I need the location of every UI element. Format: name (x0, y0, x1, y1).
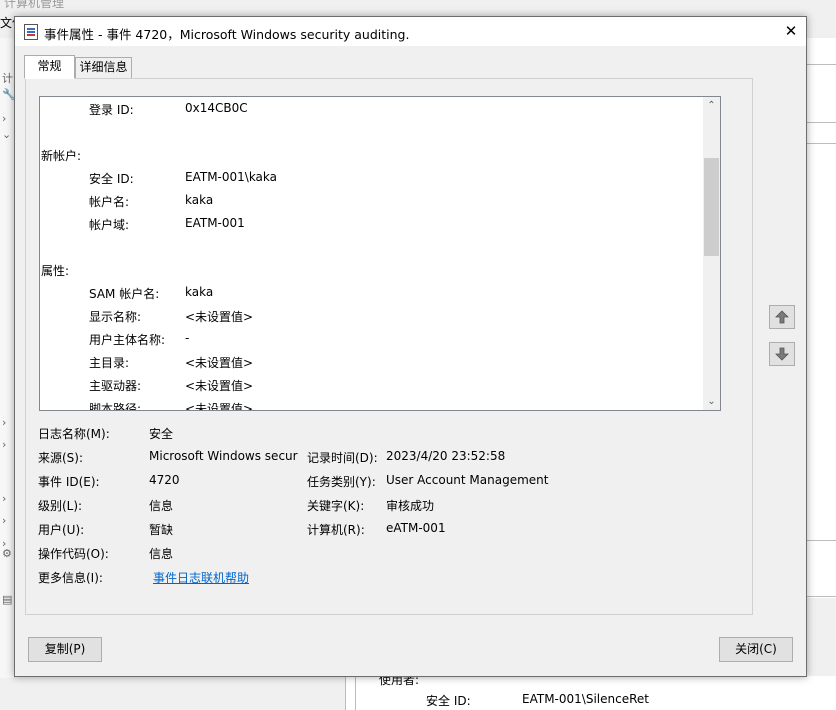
event-viewer-icon (24, 24, 38, 40)
background-divider (806, 122, 836, 123)
background-tree-glyph: ▤ (2, 593, 13, 606)
dialog-title-bar[interactable]: 事件属性 - 事件 4720，Microsoft Windows securit… (15, 17, 806, 46)
opcode-value: 信息 (149, 547, 174, 561)
user-label: 用户(U): (38, 523, 85, 537)
description-line-value: <未设置值> (185, 356, 254, 370)
arrow-up-icon (775, 310, 789, 324)
description-line-value: <未设置值> (185, 310, 254, 324)
background-security-id-label: 安全 ID: (426, 694, 471, 708)
description-line-value: kaka (185, 193, 214, 207)
description-scrollbar[interactable]: ⌃ ⌄ (703, 97, 720, 410)
opcode-label: 操作代码(O): (38, 547, 109, 561)
tab-general[interactable]: 常规 (24, 55, 75, 79)
description-line-label: 显示名称: (89, 310, 142, 324)
description-line-label: 主目录: (89, 356, 130, 370)
log-name-value: 安全 (149, 427, 174, 441)
description-line-label: 登录 ID: (89, 103, 134, 117)
background-divider (806, 596, 836, 597)
background-divider (806, 64, 836, 65)
description-line-value: - (185, 331, 190, 345)
description-line-value: <未设置值> (185, 379, 254, 393)
description-line-value: EATM-001\kaka (185, 170, 278, 184)
background-tree-glyph: › (2, 492, 7, 505)
description-line-value: <未设置值> (185, 402, 254, 411)
copy-button[interactable]: 复制(P) (28, 637, 102, 662)
task-category-label: 任务类别(Y): (307, 475, 376, 489)
description-line-label: 新帐户: (41, 149, 82, 163)
user-value: 暂缺 (149, 523, 174, 537)
background-security-id-value: EATM-001\SilenceRet (522, 692, 649, 706)
event-description-box[interactable]: 登录 ID: 0x14CB0C 新帐户: 安全 ID: EATM-001\kaka 帐户名… (39, 96, 721, 411)
background-tree-glyph: › (2, 514, 7, 527)
level-value: 信息 (149, 499, 174, 513)
logged-label: 记录时间(D): (307, 451, 378, 465)
previous-event-button[interactable] (769, 305, 795, 329)
task-category-value: User Account Management (386, 473, 549, 487)
computer-label: 计算机(R): (307, 523, 365, 537)
event-properties-dialog: 事件属性 - 事件 4720，Microsoft Windows securit… (14, 16, 807, 677)
event-id-value: 4720 (149, 473, 180, 487)
description-line-value: EATM-001 (185, 216, 245, 230)
source-value: Microsoft Windows secur (149, 449, 298, 463)
background-tree-glyph: › (2, 416, 7, 429)
description-line-label: 帐户域: (89, 218, 130, 232)
background-tree-glyph: 计 (2, 72, 13, 85)
background-window-title: 计算机管理 (4, 0, 65, 10)
keywords-value: 审核成功 (386, 499, 435, 513)
arrow-down-icon (775, 347, 789, 361)
description-line-label: 属性: (41, 264, 70, 278)
event-id-label: 事件 ID(E): (38, 475, 100, 489)
description-line-value: kaka (185, 285, 214, 299)
log-name-label: 日志名称(M): (38, 427, 110, 441)
description-line-label: 帐户名: (89, 195, 130, 209)
background-divider (806, 143, 836, 144)
more-info-label: 更多信息(I): (38, 571, 103, 585)
background-tree-glyph: ⌄ (2, 128, 12, 141)
description-line-label: SAM 帐户名: (89, 287, 160, 301)
scroll-thumb[interactable] (704, 158, 719, 256)
description-line-label: 主驱动器: (89, 379, 142, 393)
close-icon[interactable]: ✕ (776, 17, 806, 46)
background-tree-glyph: ⚙ (2, 547, 12, 560)
dialog-title: 事件属性 - 事件 4720，Microsoft Windows securit… (44, 27, 410, 42)
level-label: 级别(L): (38, 499, 83, 513)
source-label: 来源(S): (38, 451, 84, 465)
close-button[interactable]: 关闭(C) (719, 637, 793, 662)
keywords-label: 关键字(K): (307, 499, 365, 513)
background-divider (806, 540, 836, 541)
scroll-up-arrow-icon[interactable]: ⌃ (703, 97, 720, 114)
scroll-down-arrow-icon[interactable]: ⌄ (703, 393, 720, 410)
computer-value: eATM-001 (386, 521, 446, 535)
description-line-label: 安全 ID: (89, 172, 134, 186)
event-log-online-help-link[interactable]: 事件日志联机帮助 (153, 569, 249, 586)
next-event-button[interactable] (769, 342, 795, 366)
description-line-label: 用户主体名称: (89, 333, 166, 347)
description-line-label: 脚本路径: (89, 402, 142, 411)
description-line-value: 0x14CB0C (185, 101, 248, 115)
tab-details[interactable]: 详细信息 (75, 57, 132, 79)
background-tree-glyph: › (2, 438, 7, 451)
general-tab-panel: 登录 ID: 0x14CB0C 新帐户: 安全 ID: EATM-001\kaka 帐户名… (25, 78, 753, 615)
logged-value: 2023/4/20 23:52:58 (386, 449, 506, 463)
background-tree-glyph: › (2, 112, 7, 125)
